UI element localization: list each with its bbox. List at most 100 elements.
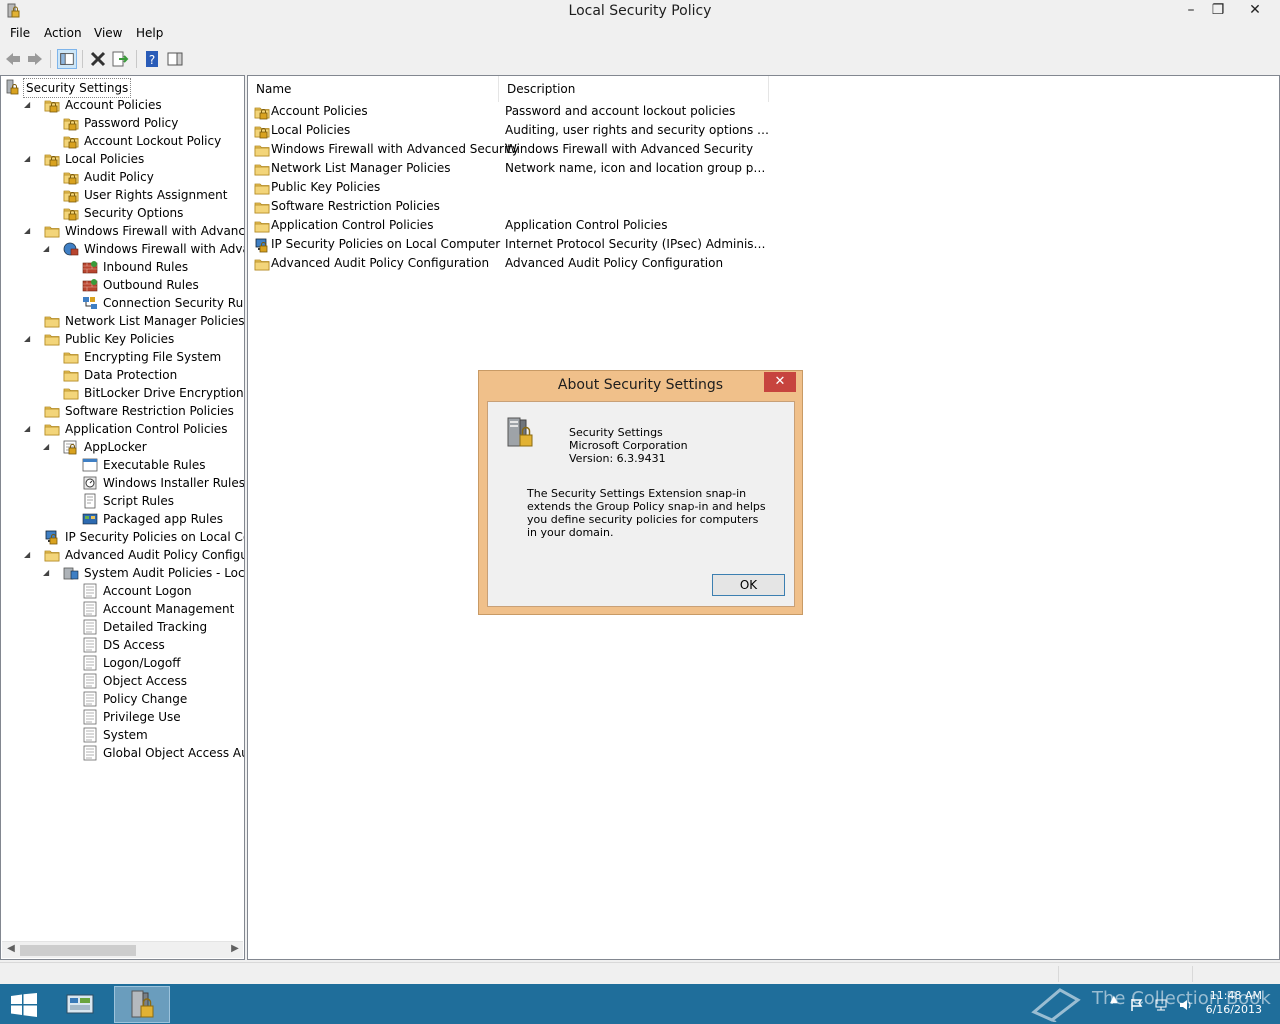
svg-text:?: ? <box>149 53 155 67</box>
list-item[interactable]: Software Restriction Policies <box>248 197 1278 216</box>
menu-view[interactable]: View <box>94 26 122 40</box>
system-clock[interactable]: 11:48 AM 6/16/2013 <box>1206 989 1262 1017</box>
expand-collapse-icon[interactable]: ◢ <box>24 222 34 240</box>
expand-collapse-icon[interactable]: ◢ <box>24 546 34 564</box>
installer-rules-icon <box>83 476 97 490</box>
ok-button[interactable]: OK <box>712 574 785 596</box>
folder-icon <box>254 221 270 233</box>
list-item[interactable]: Local Policies Auditing, user rights and … <box>248 121 1278 140</box>
toolbar-separator <box>82 50 83 68</box>
start-button-icon[interactable] <box>10 993 38 1017</box>
toolbar: ? <box>0 46 1280 72</box>
locked-folder-icon <box>254 107 270 120</box>
ip-security-icon <box>255 238 268 253</box>
close-window-button[interactable]: ✕ <box>1240 0 1270 22</box>
list-item-description: Network name, icon and location group po… <box>505 161 770 175</box>
clock-time: 11:48 AM <box>1209 989 1262 1002</box>
list-item[interactable]: Public Key Policies <box>248 178 1278 197</box>
list-item-description: Internet Protocol Security (IPsec) Admin… <box>505 237 770 251</box>
expand-collapse-icon[interactable]: ◢ <box>24 96 34 114</box>
taskbar-local-security-policy-button[interactable] <box>114 986 170 1023</box>
list-item-name: Software Restriction Policies <box>271 199 440 213</box>
tree-item-label: IP Security Policies on Local Compute <box>65 530 244 544</box>
folder-icon <box>44 334 60 346</box>
restore-button[interactable]: ❐ <box>1205 0 1231 22</box>
action-center-flag-icon[interactable] <box>1130 998 1144 1012</box>
status-divider <box>1192 966 1193 982</box>
dialog-close-button[interactable]: ✕ <box>764 372 796 392</box>
expand-collapse-icon[interactable]: ◢ <box>24 420 34 438</box>
locked-folder-icon <box>63 208 79 221</box>
script-rules-icon <box>84 493 96 509</box>
forward-arrow-icon[interactable] <box>25 49 45 69</box>
product-version: Version: 6.3.9431 <box>569 452 666 465</box>
expand-collapse-icon[interactable]: ◢ <box>43 240 53 258</box>
list-item-name: Network List Manager Policies <box>271 161 451 175</box>
column-header-name[interactable]: Name <box>248 76 499 102</box>
menu-action[interactable]: Action <box>44 26 82 40</box>
product-info: Security Settings Microsoft Corporation … <box>569 426 688 465</box>
scrollbar-thumb[interactable] <box>20 945 136 956</box>
taskbar: The Collection Book ▲ 11:48 AM 6/16/2013 <box>0 984 1280 1024</box>
list-item[interactable]: Application Control Policies Application … <box>248 216 1278 235</box>
expand-collapse-icon[interactable]: ◢ <box>24 330 34 348</box>
console-tree[interactable]: Security Settings ◢ Account Policies Passwo… <box>0 75 245 960</box>
folder-icon <box>44 550 60 562</box>
folder-icon <box>254 145 270 157</box>
tree-horizontal-scrollbar[interactable]: ◀ ▶ <box>2 941 243 958</box>
list-item-name: IP Security Policies on Local Computer <box>271 237 501 251</box>
tree-item-label: Policy Change <box>103 692 188 706</box>
audit-category-icon <box>83 745 97 761</box>
menu-file[interactable]: File <box>10 26 30 40</box>
minimize-button[interactable]: – <box>1178 0 1204 22</box>
list-item[interactable]: Windows Firewall with Advanced Security W… <box>248 140 1278 159</box>
locked-folder-icon <box>63 136 79 149</box>
show-action-pane-icon[interactable] <box>165 49 185 69</box>
toolbar-separator <box>50 50 51 68</box>
list-item[interactable]: Account Policies Password and account loc… <box>248 102 1278 121</box>
menu-help[interactable]: Help <box>136 26 163 40</box>
tree-item-label: Windows Installer Rules <box>103 476 245 490</box>
show-hidden-icons-icon[interactable]: ▲ <box>1110 994 1118 1005</box>
show-hide-tree-icon[interactable] <box>57 49 77 69</box>
expand-collapse-icon[interactable]: ◢ <box>43 438 53 456</box>
tree-item-label: System <box>103 728 148 742</box>
tree-item-label: Local Policies <box>65 152 145 166</box>
scroll-right-icon[interactable]: ▶ <box>228 943 242 954</box>
audit-category-icon <box>83 727 97 743</box>
folder-icon <box>254 259 270 271</box>
tree-item-label: Inbound Rules <box>103 260 189 274</box>
help-icon[interactable]: ? <box>142 49 162 69</box>
list-item[interactable]: Advanced Audit Policy Configuration Advan… <box>248 254 1278 273</box>
folder-icon <box>63 370 79 382</box>
volume-icon[interactable] <box>1178 998 1192 1012</box>
expand-collapse-icon[interactable]: ◢ <box>24 150 34 168</box>
security-settings-product-icon <box>507 417 533 447</box>
executable-rules-icon <box>82 458 98 472</box>
network-icon[interactable] <box>1154 998 1168 1012</box>
locked-folder-icon <box>254 126 270 139</box>
audit-category-icon <box>83 637 97 653</box>
tree-item-label: Script Rules <box>103 494 174 508</box>
tree-item-label: Object Access <box>103 674 187 688</box>
scroll-left-icon[interactable]: ◀ <box>4 943 18 954</box>
firewall-icon <box>63 242 79 256</box>
tree-item-label: Advanced Audit Policy Configuration <box>65 548 244 562</box>
back-arrow-icon[interactable] <box>3 49 23 69</box>
audit-category-icon <box>83 619 97 635</box>
tree-item-label: Windows Firewall with Advanced <box>84 242 244 256</box>
list-item[interactable]: Network List Manager Policies Network nam… <box>248 159 1278 178</box>
tree-item-label: Account Policies <box>65 98 162 112</box>
tree-item-label: Account Logon <box>103 584 192 598</box>
delete-icon[interactable] <box>88 49 108 69</box>
column-header-description[interactable]: Description <box>499 76 769 102</box>
taskbar-server-manager-button[interactable] <box>52 986 108 1023</box>
expand-collapse-icon[interactable]: ◢ <box>43 564 53 582</box>
export-list-icon[interactable] <box>110 49 130 69</box>
inbound-rules-icon <box>82 261 98 274</box>
tree-item-label: Windows Firewall with Advanced Secu <box>65 224 245 238</box>
list-item[interactable]: IP Security Policies on Local Computer In… <box>248 235 1278 254</box>
tree-item-label: Data Protection <box>84 368 178 382</box>
tree-item-label: Network List Manager Policies <box>65 314 245 328</box>
folder-icon <box>44 226 60 238</box>
